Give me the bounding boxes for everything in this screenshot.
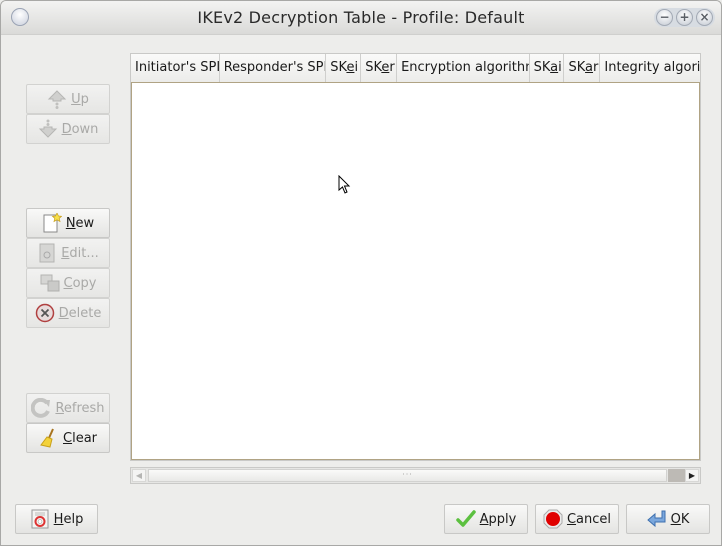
help-lifebuoy-icon	[30, 509, 50, 529]
window-title: IKEv2 Decryption Table - Profile: Defaul…	[197, 8, 525, 27]
refresh-button[interactable]: Refresh	[26, 393, 110, 423]
clear-button[interactable]: Clear	[26, 423, 110, 453]
up-button[interactable]: Up	[26, 84, 110, 114]
apply-button[interactable]: Apply	[444, 504, 528, 534]
mouse-cursor-icon	[338, 175, 351, 194]
copy-button[interactable]: Copy	[26, 268, 110, 298]
down-button[interactable]: Down	[26, 114, 110, 144]
maximize-icon[interactable]: +	[676, 9, 693, 26]
column-initiator-spi[interactable]: Initiator's SPI	[131, 54, 220, 82]
edit-button[interactable]: Edit...	[26, 238, 110, 268]
new-document-icon	[42, 212, 63, 233]
scrollbar-track[interactable]	[668, 469, 685, 482]
title-bar[interactable]: IKEv2 Decryption Table - Profile: Defaul…	[1, 1, 721, 35]
ikev2-dialog: IKEv2 Decryption Table - Profile: Defaul…	[0, 0, 722, 546]
column-responder-spi[interactable]: Responder's SPI	[220, 54, 327, 82]
refresh-icon	[31, 397, 51, 418]
scroll-left-arrow-icon[interactable]: ◀	[132, 469, 146, 482]
column-sker[interactable]: SKer	[361, 54, 398, 82]
minimize-icon[interactable]: −	[656, 9, 673, 26]
window-controls: − + ×	[654, 8, 715, 27]
new-button[interactable]: New	[26, 208, 110, 238]
delete-button[interactable]: Delete	[26, 298, 110, 328]
column-integrity-algorithm[interactable]: Integrity algorithm	[600, 54, 700, 82]
arrow-down-icon	[38, 119, 58, 139]
cancel-button[interactable]: Cancel	[535, 504, 619, 534]
broom-icon	[39, 428, 59, 448]
stop-icon	[543, 509, 563, 529]
scroll-right-arrow-icon[interactable]: ▶	[685, 469, 699, 482]
scrollbar-thumb[interactable]: ···	[148, 469, 667, 482]
table-header: Initiator's SPI Responder's SPI SKei SKe…	[131, 54, 700, 83]
column-skai[interactable]: SKai	[530, 54, 565, 82]
decryption-table[interactable]: Initiator's SPI Responder's SPI SKei SKe…	[130, 53, 701, 461]
help-button[interactable]: Help	[15, 504, 98, 534]
copy-icon	[40, 273, 60, 293]
enter-arrow-icon	[646, 509, 667, 529]
column-skar[interactable]: SKar	[564, 54, 601, 82]
horizontal-scrollbar[interactable]: ◀ ··· ▶	[130, 467, 701, 484]
checkmark-icon	[455, 509, 476, 529]
arrow-up-icon	[47, 89, 67, 109]
close-icon[interactable]: ×	[696, 9, 713, 26]
column-encryption-algorithm[interactable]: Encryption algorithm	[397, 54, 530, 82]
delete-icon	[35, 303, 55, 323]
ok-button[interactable]: OK	[626, 504, 710, 534]
table-body[interactable]	[131, 83, 700, 460]
column-skei[interactable]: SKei	[326, 54, 362, 82]
edit-icon	[37, 243, 57, 263]
